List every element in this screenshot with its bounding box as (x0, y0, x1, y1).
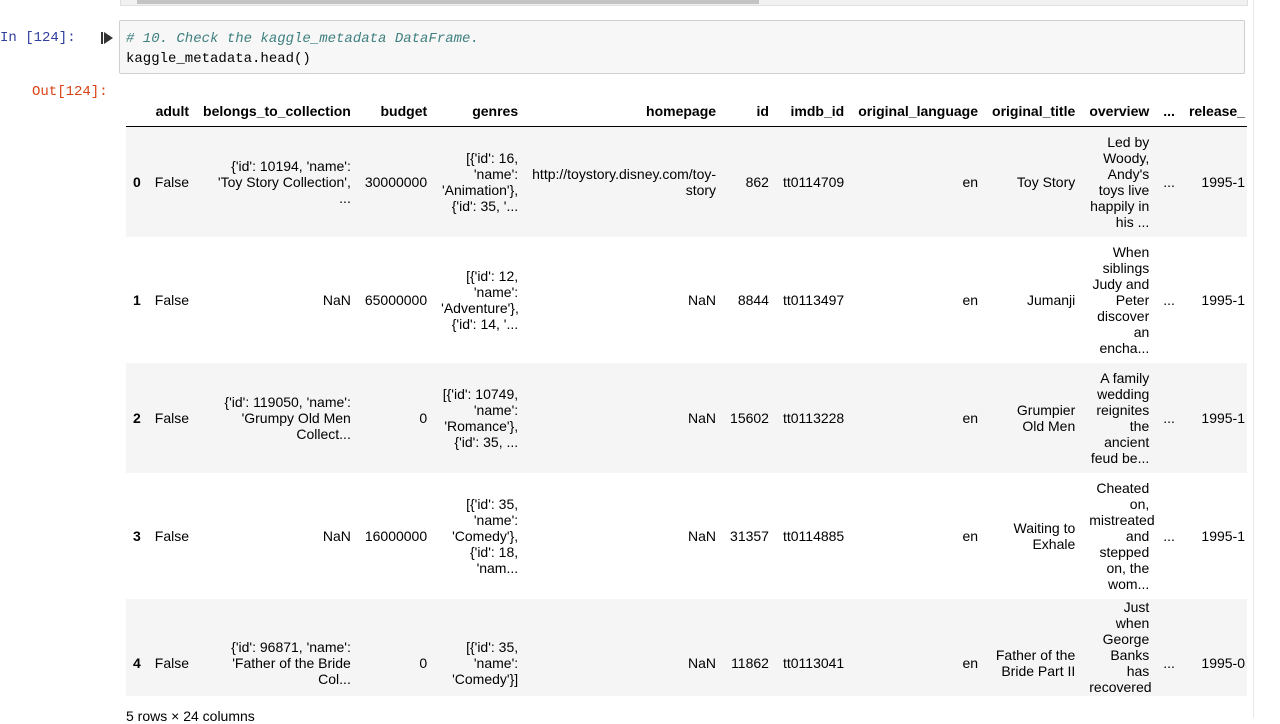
cell-release: 1995-1 (1201, 409, 1245, 426)
cell-imdb-id: tt0113228 (782, 409, 845, 426)
col-header-release: release_ (1181, 96, 1247, 127)
row-index: 0 (133, 173, 141, 190)
cell-collection: {'id': 96871, 'name': 'Father of the Bri… (231, 638, 351, 687)
cell-genres: [{'id': 35, 'name': 'Comedy'}] (452, 638, 519, 687)
table-row: 0 False {'id': 10194, 'name': 'Toy Story… (126, 126, 1247, 237)
cell-imdb-id: tt0113041 (782, 654, 845, 671)
horizontal-scrollbar[interactable] (120, 0, 1248, 6)
cell-language: en (962, 409, 979, 426)
cell-id: 8844 (737, 291, 769, 308)
col-header-original-language: original_language (851, 96, 986, 127)
cell-adult: False (154, 654, 190, 671)
cell-homepage: NaN (688, 527, 717, 544)
table-row: 4 False {'id': 96871, 'name': 'Father of… (126, 598, 1247, 697)
cell-adult: False (154, 291, 190, 308)
cell-homepage: NaN (688, 291, 717, 308)
cell-id: 862 (745, 173, 769, 190)
col-header-budget: budget (357, 96, 435, 127)
cell-title: Jumanji (1027, 291, 1076, 308)
col-header-belongs-to-collection: belongs_to_collection (196, 96, 358, 127)
cell-budget: 0 (419, 654, 428, 671)
cell-overview: A family wedding reignites the ancient f… (1090, 369, 1150, 466)
cell-budget: 30000000 (364, 173, 428, 190)
cell-overview: Led by Woody, Andy's toys live happily i… (1090, 133, 1150, 230)
cell-ellipsis: ... (1163, 409, 1175, 426)
col-header-homepage: homepage (525, 96, 724, 127)
cell-imdb-id: tt0113497 (782, 291, 845, 308)
cell-ellipsis: ... (1163, 173, 1175, 190)
cell-id: 15602 (730, 409, 769, 426)
cell-genres: [{'id': 10749, 'name': 'Romance'}, {'id'… (442, 385, 519, 450)
cell-title: Waiting to Exhale (1013, 519, 1076, 552)
cell-adult: False (154, 527, 190, 544)
cell-release: 1995-1 (1201, 527, 1245, 544)
cell-genres: [{'id': 35, 'name': 'Comedy'}, {'id': 18… (452, 495, 519, 576)
cell-language: en (962, 527, 979, 544)
code-line: kaggle_metadata.head() (126, 51, 311, 67)
dataframe-output: adult belongs_to_collection budget genre… (126, 96, 1247, 696)
cell-title: Father of the Bride Part II (995, 646, 1076, 679)
cell-ellipsis: ... (1163, 527, 1175, 544)
dataframe-shape-footer: 5 rows × 24 columns (126, 708, 255, 724)
col-header-genres: genres (434, 96, 526, 127)
cell-language: en (962, 291, 979, 308)
cell-imdb-id: tt0114885 (782, 527, 845, 544)
row-index: 2 (133, 409, 141, 426)
cell-collection: {'id': 10194, 'name': 'Toy Story Collect… (217, 157, 351, 206)
run-cell-icon[interactable] (100, 31, 114, 45)
col-header-original-title: original_title (985, 96, 1083, 127)
code-input-area[interactable]: # 10. Check the kaggle_metadata DataFram… (119, 20, 1245, 74)
cell-title: Grumpier Old Men (1016, 401, 1076, 434)
row-index: 1 (133, 291, 141, 308)
row-index: 3 (133, 527, 141, 544)
cell-overview: Cheated on, mistreated and stepped on, t… (1089, 479, 1155, 592)
col-header-imdb-id: imdb_id (775, 96, 852, 127)
cell-overview: Just when George Banks has recovered fro… (1089, 598, 1152, 697)
col-header-overview: overview (1082, 96, 1157, 127)
row-index: 4 (133, 654, 141, 671)
table-row: 2 False {'id': 119050, 'name': 'Grumpy O… (126, 362, 1247, 473)
cell-budget: 0 (419, 409, 428, 426)
cell-collection: NaN (322, 291, 351, 308)
cell-id: 31357 (730, 527, 769, 544)
code-comment: # 10. Check the kaggle_metadata DataFram… (126, 31, 479, 47)
cell-homepage: NaN (688, 654, 717, 671)
col-header-adult: adult (147, 96, 197, 127)
cell-collection: NaN (322, 527, 351, 544)
col-header-ellipsis: ... (1156, 96, 1182, 127)
table-row: 3 False NaN 16000000 [{'id': 35, 'name':… (126, 472, 1247, 599)
cell-release: 1995-1 (1201, 291, 1245, 308)
cell-imdb-id: tt0114709 (782, 173, 845, 190)
cell-homepage: NaN (688, 409, 717, 426)
cell-homepage: http://toystory.disney.com/toy-story (532, 165, 717, 198)
cell-release: 1995-1 (1201, 173, 1245, 190)
cell-budget: 65000000 (364, 291, 428, 308)
dataframe-table: adult belongs_to_collection budget genre… (126, 96, 1247, 696)
col-header-id: id (723, 96, 776, 127)
scrollbar-thumb[interactable] (137, 0, 759, 4)
cell-id: 11862 (731, 654, 769, 671)
cell-overview: When siblings Judy and Peter discover an… (1092, 243, 1150, 356)
cell-budget: 16000000 (364, 527, 428, 544)
cell-genres: [{'id': 16, 'name': 'Animation'}, {'id':… (441, 149, 519, 214)
cell-title: Toy Story (1016, 173, 1076, 190)
cell-adult: False (154, 409, 190, 426)
table-row: 1 False NaN 65000000 [{'id': 12, 'name':… (126, 236, 1247, 363)
cell-ellipsis: ... (1163, 291, 1175, 308)
cell-ellipsis: ... (1163, 654, 1175, 671)
header-row: adult belongs_to_collection budget genre… (126, 96, 1247, 127)
right-scroll-gutter (1253, 0, 1280, 718)
col-header-index (126, 96, 148, 127)
output-prompt: Out[124]: (32, 84, 108, 100)
cell-language: en (962, 173, 979, 190)
input-prompt: In [124]: (0, 30, 76, 46)
cell-genres: [{'id': 12, 'name': 'Adventure'}, {'id':… (441, 267, 519, 332)
cell-adult: False (154, 173, 190, 190)
cell-release: 1995-0 (1201, 654, 1245, 671)
cell-collection: {'id': 119050, 'name': 'Grumpy Old Men C… (224, 393, 351, 442)
cell-language: en (962, 654, 979, 671)
